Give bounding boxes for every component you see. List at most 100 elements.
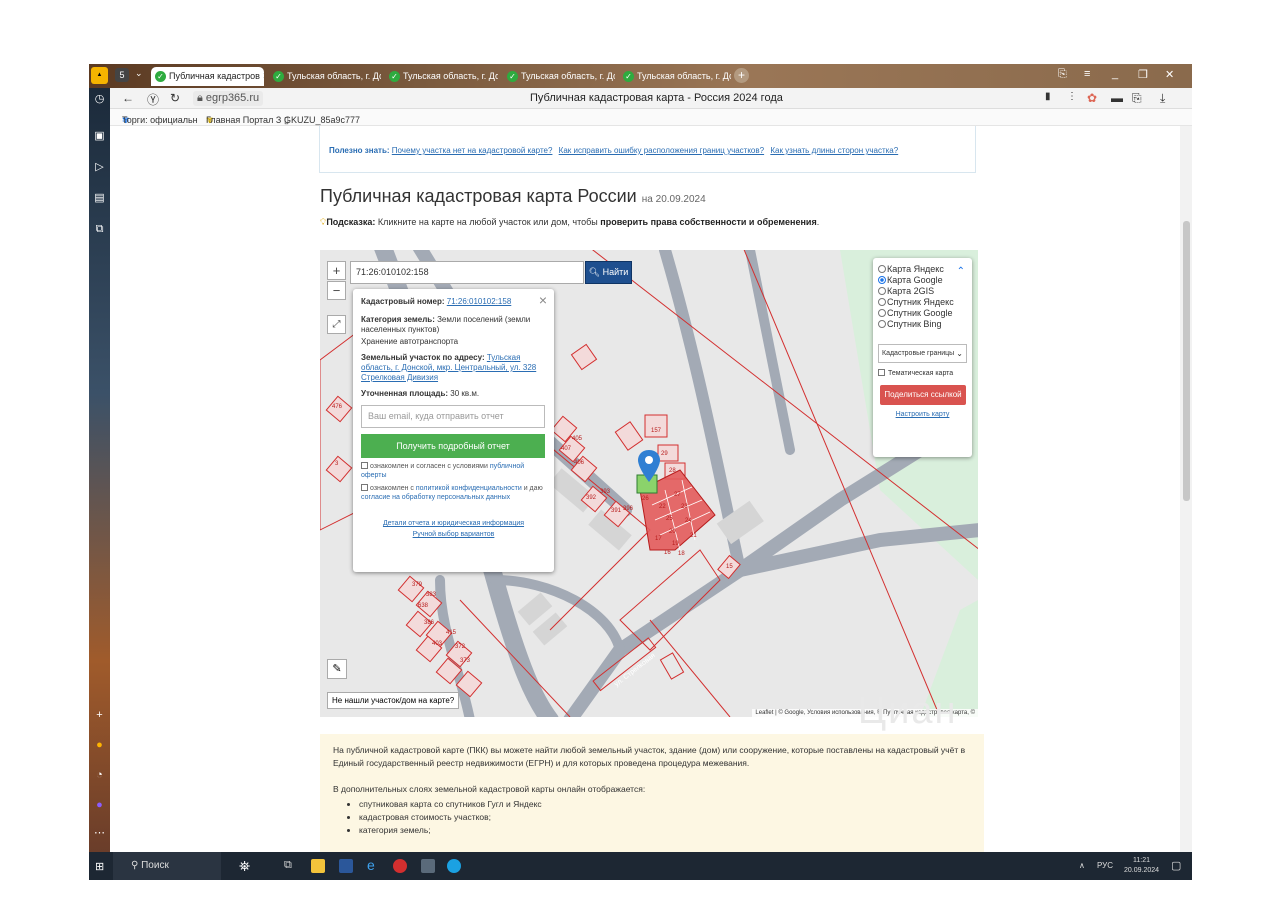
useful-link-1[interactable]: Почему участка нет на кадастровой карте?	[392, 146, 553, 155]
history-icon[interactable]: ◷	[92, 92, 107, 107]
search-button[interactable]: 🔍︎ Найти	[585, 261, 632, 284]
windows-start-icon[interactable]: ⊞	[95, 860, 104, 873]
zen-icon[interactable]: ●	[92, 738, 107, 753]
ie-icon[interactable]: e	[367, 857, 381, 873]
consent-offer-text: ознакомлен и согласен с условиями	[370, 463, 488, 470]
task-view-icon[interactable]: ⧉	[284, 859, 298, 873]
boundary-select[interactable]: Кадастровые границы ⌄	[878, 344, 967, 363]
back-icon[interactable]: ←	[122, 91, 134, 105]
edge-icon[interactable]	[447, 859, 461, 873]
fullscreen-icon[interactable]: ⤢	[327, 315, 346, 334]
tab-2[interactable]: ✓Тульская область, г. Донс	[385, 67, 498, 86]
checkbox-icon[interactable]	[361, 462, 368, 469]
cad-number-link[interactable]: 71:26:010102:158	[447, 297, 512, 306]
reading-icon[interactable]: ▬	[1111, 91, 1123, 105]
parcel-label: 17	[655, 536, 662, 542]
scrollbar-thumb[interactable]	[1183, 221, 1190, 501]
maximize-button[interactable]: ❐	[1138, 68, 1148, 81]
alice-icon[interactable]: ●	[92, 798, 107, 813]
close-icon[interactable]: ×	[539, 292, 547, 308]
chevron-up-icon[interactable]: ⌃	[957, 266, 965, 277]
tabs-dropdown-icon[interactable]: ⌄	[135, 68, 143, 79]
get-report-button[interactable]: Получить подробный отчет	[361, 434, 545, 458]
new-tab-button[interactable]: +	[734, 68, 749, 83]
menu-icon[interactable]: ≡	[1084, 68, 1090, 80]
downloads-icon[interactable]: ▤	[92, 191, 107, 206]
collections-icon[interactable]: ▣	[92, 129, 107, 144]
thematic-map-checkbox[interactable]: Тематическая карта	[878, 369, 967, 377]
minimize-button[interactable]: _	[1112, 68, 1118, 80]
cad-label: Кадастровый номер:	[361, 297, 445, 306]
parcel-label: 23	[681, 504, 688, 510]
email-input[interactable]: Ваш email, куда отправить отчет	[361, 405, 545, 428]
manual-choice-link[interactable]: Ручной выбор вариантов	[413, 531, 495, 538]
yandex-browser-icon[interactable]	[393, 859, 407, 873]
address-bar: ← Ⓨ ↻ 🔒︎ egrp365.ru Публичная кадастрова…	[110, 88, 1192, 109]
tab-label: Тульская область, г. Донс	[287, 71, 381, 81]
more-icon[interactable]: ⋯	[92, 826, 107, 841]
tab-3[interactable]: ✓Тульская область, г. Донс	[503, 67, 615, 86]
useful-link-2[interactable]: Как исправить ошибку расположения границ…	[559, 146, 764, 155]
page-scrollbar[interactable]	[1180, 126, 1192, 852]
tab-0[interactable]: ✓Публичная кадастров ✕	[151, 67, 264, 86]
privacy-link[interactable]: политикой конфиденциальности	[416, 485, 522, 492]
tab-1[interactable]: ✓Тульская область, г. Донс	[269, 67, 381, 86]
layer-option-google-sat[interactable]: Спутник Google	[878, 308, 967, 319]
lock-icon[interactable]: ⧉	[92, 222, 107, 237]
bookmark-icon[interactable]: ▮	[1045, 91, 1051, 102]
area-value: 30 кв.м.	[450, 389, 480, 398]
download-icon[interactable]: ⤓	[1160, 91, 1165, 106]
input-language[interactable]: РУС	[1097, 861, 1113, 870]
close-window-button[interactable]: ✕	[1165, 68, 1174, 81]
word-icon[interactable]	[339, 859, 353, 873]
ruler-icon[interactable]: ✎	[327, 659, 347, 679]
share-icon[interactable]: ⎘	[1132, 91, 1142, 106]
tab-count-badge[interactable]: 5	[115, 68, 129, 82]
layer-option-yandex-sat[interactable]: Спутник Яндекс	[878, 297, 967, 308]
calculator-icon[interactable]	[421, 859, 435, 873]
configure-map-link[interactable]: Настроить карту	[878, 411, 967, 418]
messenger-icon[interactable]: ◔	[92, 768, 107, 783]
add-panel-icon[interactable]: +	[92, 708, 107, 723]
yandex-logo-icon[interactable]: ▲	[91, 67, 108, 84]
layer-label: Спутник Google	[887, 308, 953, 318]
share-link-button[interactable]: Поделиться ссылкой	[880, 385, 966, 405]
parcel-label: 392	[586, 495, 597, 501]
layer-option-yandex-map[interactable]: Карта Яндекс	[878, 264, 967, 275]
zoom-in-button[interactable]: +	[327, 261, 346, 280]
zoom-out-button[interactable]: −	[327, 281, 346, 300]
parcel-label: 15	[726, 564, 733, 570]
layer-option-bing-sat[interactable]: Спутник Bing	[878, 319, 967, 330]
consent-privacy[interactable]: ознакомлен с политикой конфиденциальност…	[361, 484, 546, 502]
checkbox-icon[interactable]	[361, 484, 368, 491]
consent-offer[interactable]: ознакомлен и согласен с условиями публич…	[361, 462, 546, 480]
radio-icon	[878, 298, 886, 306]
url-field[interactable]: 🔒︎ egrp365.ru	[193, 91, 264, 106]
tab-label: Тульская область, г. Донс	[637, 71, 731, 81]
bookmarks-bar: ✾ Торги: официальн ✾ Главная Портал З ▯ …	[110, 109, 1192, 126]
cadastral-search-input[interactable]: 71:26:010102:158	[350, 261, 584, 284]
more-vertical-icon[interactable]: ⋮	[1067, 91, 1077, 102]
cadastral-map[interactable]: 157 29 28 27 22 23 25 24 20 21 19 18 17 16 26 393 405 407…	[320, 250, 978, 717]
radio-icon	[878, 276, 886, 284]
layer-option-2gis-map[interactable]: Карта 2GIS	[878, 286, 967, 297]
tray-chevron-icon[interactable]: ∧	[1079, 861, 1085, 870]
play-icon[interactable]: ▷	[92, 160, 107, 175]
extension-icon[interactable]: ✿	[1087, 91, 1097, 105]
tab-4[interactable]: ✓Тульская область, г. Донс	[619, 67, 731, 86]
reload-icon[interactable]: ↻	[170, 91, 180, 105]
not-found-button[interactable]: Не нашли участок/дом на карте?	[327, 692, 460, 709]
report-details-link[interactable]: Детали отчета и юридическая информация	[383, 520, 524, 527]
bookmark-manager-icon[interactable]: ⎘	[1058, 68, 1067, 81]
taskbar-search[interactable]: ⚲ Поиск	[113, 852, 221, 880]
notifications-icon[interactable]: ▢	[1171, 859, 1181, 872]
file-explorer-icon[interactable]	[311, 859, 325, 873]
yandex-icon[interactable]: Ⓨ	[147, 91, 159, 108]
personal-data-link[interactable]: согласие на обработку персональных данны…	[361, 494, 510, 501]
parcel-label: 18	[678, 551, 685, 557]
useful-link-3[interactable]: Как узнать длины сторон участка?	[770, 146, 898, 155]
map-layers-panel: ⌃ Карта Яндекс Карта Google Карта 2GIS С…	[873, 258, 972, 457]
layer-option-google-map[interactable]: Карта Google	[878, 275, 967, 286]
list-item: категория земель;	[359, 824, 971, 837]
taskbar-clock[interactable]: 11:21 20.09.2024	[1124, 856, 1159, 876]
